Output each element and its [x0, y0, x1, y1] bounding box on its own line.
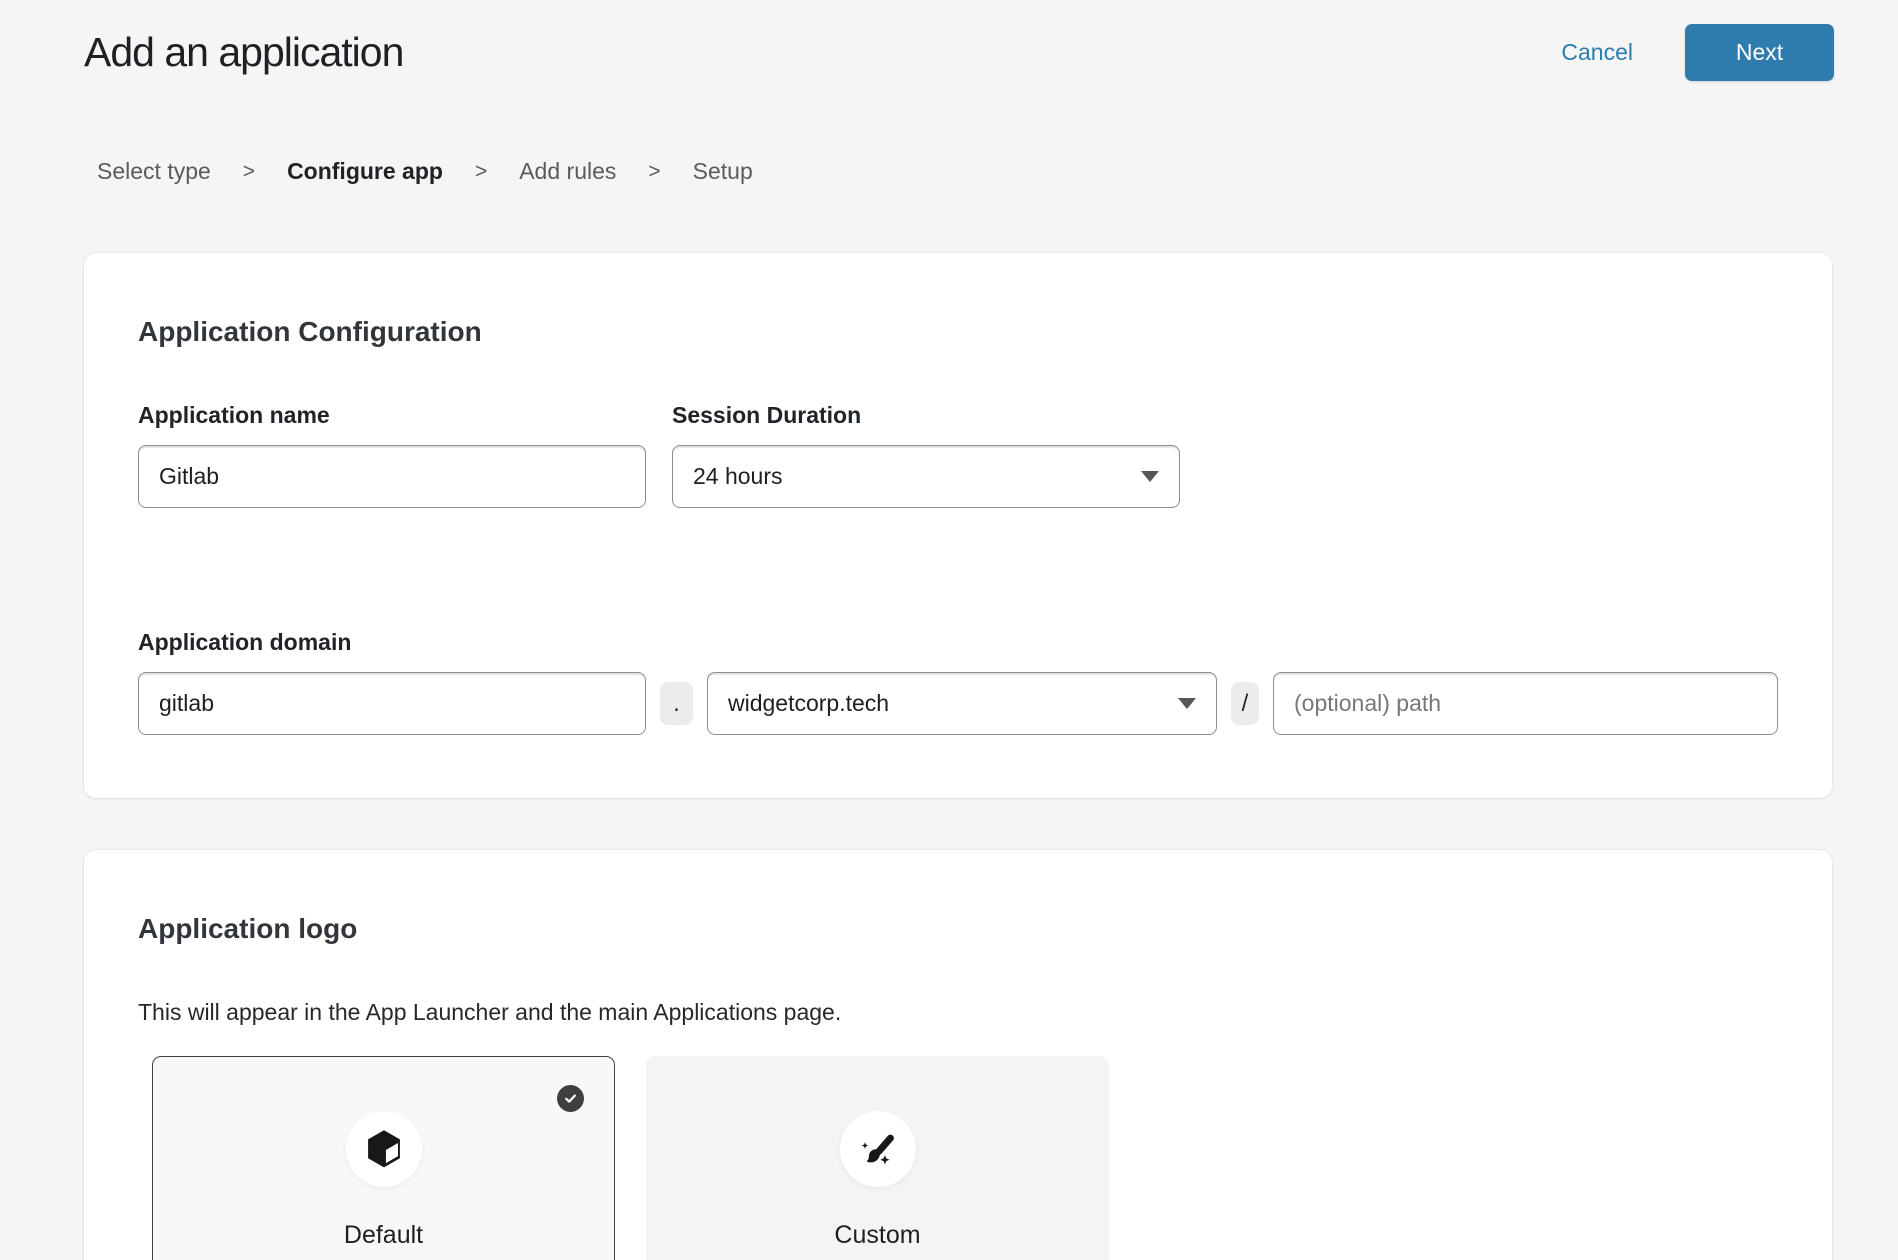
breadcrumb-step-configure-app[interactable]: Configure app — [287, 158, 443, 185]
logo-option-default[interactable]: Default — [152, 1056, 615, 1260]
domain-value: widgetcorp.tech — [728, 690, 889, 717]
cancel-button[interactable]: Cancel — [1561, 39, 1633, 66]
application-logo-card: Application logo This will appear in the… — [84, 850, 1832, 1260]
application-logo-description: This will appear in the App Launcher and… — [138, 998, 1778, 1026]
session-duration-field: Session Duration 24 hours — [672, 401, 1180, 508]
chevron-down-icon — [1141, 471, 1159, 482]
application-logo-heading: Application logo — [138, 912, 1778, 946]
session-duration-select[interactable]: 24 hours — [672, 445, 1180, 508]
session-duration-label: Session Duration — [672, 401, 1180, 429]
page-title: Add an application — [84, 29, 403, 76]
next-button[interactable]: Next — [1685, 24, 1834, 81]
application-configuration-card: Application Configuration Application na… — [84, 253, 1832, 798]
breadcrumb: Select type > Configure app > Add rules … — [97, 158, 1898, 185]
application-name-label: Application name — [138, 401, 646, 429]
header-actions: Cancel Next — [1561, 24, 1834, 81]
paintbrush-icon — [855, 1126, 901, 1172]
breadcrumb-step-add-rules[interactable]: Add rules — [519, 158, 616, 185]
application-domain-label: Application domain — [138, 628, 1778, 656]
cube-icon — [361, 1126, 407, 1172]
default-icon-circle — [346, 1111, 422, 1187]
logo-option-label: Default — [153, 1221, 614, 1250]
session-duration-value: 24 hours — [693, 463, 783, 490]
chevron-down-icon — [1178, 698, 1196, 709]
logo-option-label: Custom — [647, 1221, 1108, 1250]
breadcrumb-separator: > — [648, 160, 660, 184]
logo-options-row: Default Custom — [152, 1056, 1778, 1260]
name-session-row: Application name Session Duration 24 hou… — [138, 401, 1778, 508]
slash-separator: / — [1231, 682, 1259, 725]
check-icon — [557, 1085, 584, 1112]
application-domain-row: . widgetcorp.tech / — [138, 656, 1778, 735]
custom-icon-circle — [840, 1111, 916, 1187]
subdomain-input[interactable] — [138, 672, 646, 735]
application-name-field: Application name — [138, 401, 646, 508]
breadcrumb-step-select-type[interactable]: Select type — [97, 158, 211, 185]
breadcrumb-separator: > — [243, 160, 255, 184]
dot-separator: . — [660, 682, 693, 725]
application-name-input[interactable] — [138, 445, 646, 508]
breadcrumb-step-setup[interactable]: Setup — [693, 158, 753, 185]
domain-select[interactable]: widgetcorp.tech — [707, 672, 1217, 735]
page-header: Add an application Cancel Next — [0, 0, 1898, 90]
path-input[interactable] — [1273, 672, 1778, 735]
breadcrumb-separator: > — [475, 160, 487, 184]
logo-option-custom[interactable]: Custom — [646, 1056, 1109, 1260]
application-configuration-heading: Application Configuration — [138, 315, 1778, 349]
